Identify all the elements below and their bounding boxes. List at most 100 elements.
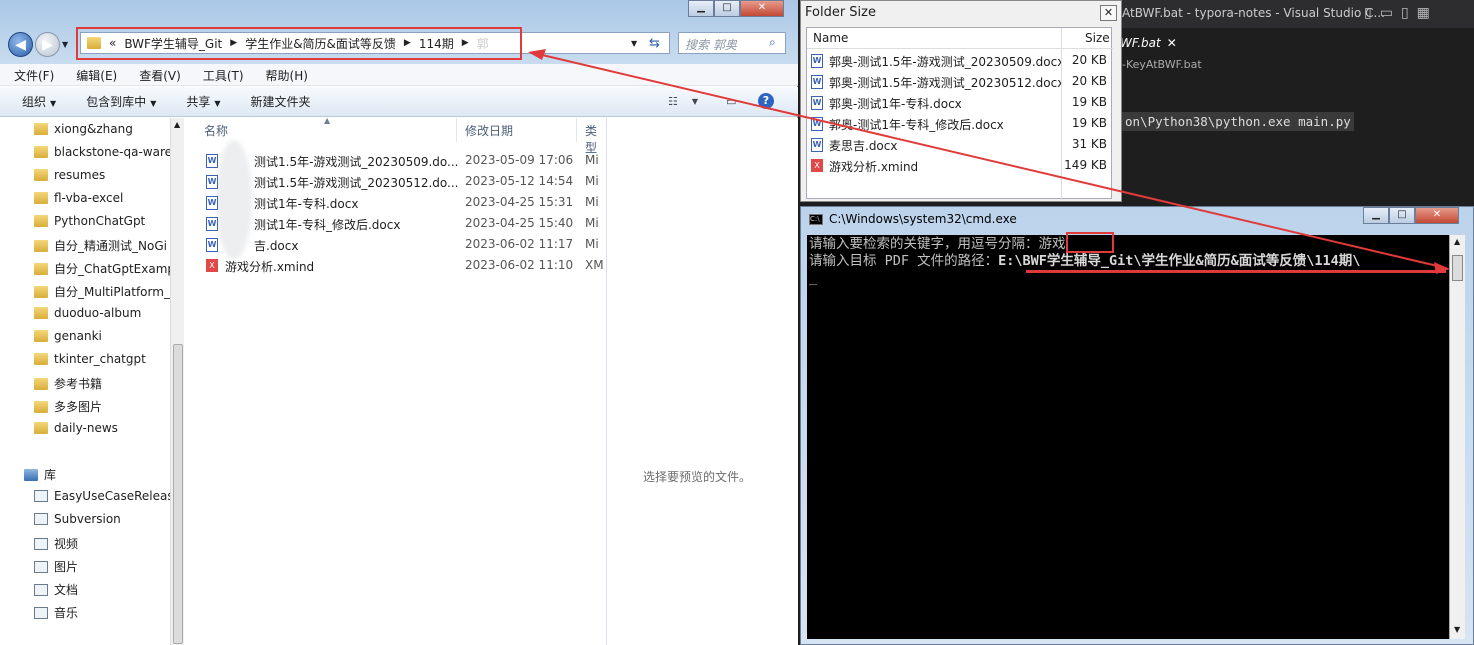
minimize-button[interactable]: ▁ — [688, 0, 714, 17]
nav-library-item[interactable]: 音乐 — [34, 604, 170, 621]
column-divider[interactable] — [456, 118, 457, 142]
back-button[interactable]: ◀ — [8, 32, 33, 57]
scroll-thumb[interactable] — [173, 344, 183, 644]
row-size: 19 KB — [1071, 116, 1107, 130]
scroll-up-icon[interactable]: ▲ — [174, 120, 180, 129]
folder-icon — [34, 239, 48, 252]
file-row[interactable]: W 测试1.5年-游戏测试_20230509.do... 2023-05-09 17… — [186, 151, 606, 172]
minimize-button[interactable]: ▁ — [1363, 207, 1389, 224]
library-item-icon — [34, 513, 48, 525]
library-item-icon — [34, 606, 48, 619]
help-icon[interactable]: ? — [758, 93, 774, 109]
folder-size-row[interactable]: W 麦思吉.docx 31 KB — [807, 134, 1113, 155]
column-name[interactable]: 名称 — [204, 122, 228, 139]
column-name[interactable]: Name — [813, 31, 848, 45]
folder-size-row[interactable]: W 郭奥-测试1.5年-游戏测试_20230509.docx 20 KB — [807, 50, 1113, 71]
search-input[interactable]: 搜索 郭奥 ⌕ — [678, 32, 786, 54]
file-row[interactable]: X 游戏分析.xmind 2023-06-02 11:10 XM — [186, 256, 606, 277]
nav-folder-item[interactable]: 多多图片 — [34, 398, 170, 415]
keyword-prompt: 请输入要检索的关键字，用逗号分隔： — [809, 236, 1039, 252]
nav-folder-item[interactable]: 参考书籍 — [34, 375, 170, 392]
nav-folder-item[interactable]: genanki — [34, 329, 170, 343]
folder-icon — [34, 192, 48, 204]
refresh-icon[interactable]: ⇆ — [649, 36, 660, 51]
forward-button[interactable]: ▶ — [35, 32, 60, 57]
nav-folder-item[interactable]: xiong&zhang — [34, 122, 170, 136]
console-output[interactable]: 请输入要检索的关键字，用逗号分隔：游戏 请输入目标 PDF 文件的路径：E:\B… — [807, 235, 1449, 639]
scroll-up-icon[interactable]: ▲ — [1454, 237, 1460, 246]
nav-library[interactable]: 库 — [24, 466, 160, 483]
folder-size-row[interactable]: W 郭奥-测试1.5年-游戏测试_20230512.docx 20 KB — [807, 71, 1113, 92]
nav-folder-item[interactable]: tkinter_chatgpt — [34, 352, 170, 366]
organize-button[interactable]: 组织 ▼ — [22, 93, 56, 110]
nav-item-label: tkinter_chatgpt — [54, 352, 146, 366]
nav-library-item[interactable]: 文档 — [34, 581, 170, 598]
editor-tab[interactable]: WF.bat ✕ — [1120, 32, 1180, 54]
file-row[interactable]: W 测试1年-专科.docx 2023-04-25 15:31 Mi — [186, 193, 606, 214]
close-button[interactable]: ✕ — [1415, 207, 1459, 224]
folder-size-row[interactable]: W 郭奥-测试1年-专科_修改后.docx 19 KB — [807, 113, 1113, 134]
folder-size-row[interactable]: W 郭奥-测试1年-专科.docx 19 KB — [807, 92, 1113, 113]
nav-library-item[interactable]: 图片 — [34, 558, 170, 575]
address-dropdown-icon[interactable]: ▼ — [631, 39, 637, 48]
view-dropdown-icon[interactable]: ▼ — [692, 95, 698, 108]
nav-folder-item[interactable]: daily-news — [34, 421, 170, 435]
xmind-file-icon: X — [206, 259, 218, 272]
layout-icons[interactable]: ▯ ▭ ▯ ▦ — [1364, 5, 1430, 21]
nav-library-item[interactable]: 视频 — [34, 535, 170, 552]
nav-library-item[interactable]: Subversion — [34, 512, 170, 526]
console-scrollbar[interactable]: ▲ ▼ — [1449, 235, 1465, 639]
view-list-icon[interactable]: ☷ — [668, 95, 678, 108]
view-options[interactable]: ☷ ▼ ▭ — [668, 95, 736, 108]
close-icon[interactable]: ✕ — [1167, 36, 1177, 50]
column-divider[interactable] — [576, 118, 577, 142]
preview-pane-icon[interactable]: ▭ — [726, 95, 736, 108]
file-date: 2023-06-02 11:10 — [465, 258, 574, 272]
panel-left-icon[interactable]: ▯ — [1364, 5, 1372, 21]
nav-folder-item[interactable]: 自分_ChatGptExamp — [34, 260, 170, 277]
new-folder-button[interactable]: 新建文件夹 — [251, 93, 311, 110]
scroll-down-icon[interactable]: ▼ — [1454, 625, 1460, 634]
menu-help[interactable]: 帮助(H) — [252, 64, 316, 85]
console-line-2: 请输入目标 PDF 文件的路径：E:\BWF学生辅导_Git\学生作业&简历&面… — [809, 253, 1447, 270]
row-name: 游戏分析.xmind — [829, 160, 919, 174]
nav-folder-item[interactable]: PythonChatGpt — [34, 214, 170, 228]
editor-breadcrumb[interactable]: -KeyAtBWF.bat — [1122, 58, 1202, 71]
word-doc-icon: W — [811, 117, 823, 131]
maximize-button[interactable]: □ — [1389, 207, 1415, 224]
menu-edit[interactable]: 编辑(E) — [62, 64, 125, 85]
menu-file[interactable]: 文件(F) — [0, 64, 62, 85]
layout-grid-icon[interactable]: ▦ — [1417, 5, 1430, 21]
nav-folder-item[interactable]: fl-vba-excel — [34, 191, 170, 205]
nav-folder-item[interactable]: duoduo-album — [34, 306, 170, 320]
include-in-library-button[interactable]: 包含到库中 ▼ — [86, 93, 156, 110]
scroll-thumb[interactable] — [1452, 255, 1463, 281]
word-doc-icon: W — [811, 138, 823, 152]
close-button[interactable]: ✕ — [1100, 5, 1117, 21]
file-row[interactable]: W 测试1年-专科_修改后.docx 2023-04-25 15:40 Mi — [186, 214, 606, 235]
nav-scrollbar[interactable]: ▲ — [170, 118, 184, 645]
column-size[interactable]: Size — [1085, 31, 1110, 45]
column-date[interactable]: 修改日期 — [465, 122, 513, 139]
file-row[interactable]: W 吉.docx 2023-06-02 11:17 Mi — [186, 235, 606, 256]
row-name: 郭奥-测试1.5年-游戏测试_20230512.docx — [829, 76, 1061, 90]
nav-item-label: resumes — [54, 168, 106, 182]
nav-folder-item[interactable]: 自分_MultiPlatform_ — [34, 283, 170, 300]
nav-folder-item[interactable]: 自分_精通测试_NoGi — [34, 237, 170, 254]
nav-library-item[interactable]: EasyUseCaseRelease — [34, 489, 170, 503]
folder-size-row[interactable]: X 游戏分析.xmind 149 KB — [807, 155, 1113, 176]
search-icon[interactable]: ⌕ — [769, 35, 776, 50]
file-name: 游戏分析.xmind — [225, 260, 315, 274]
share-button[interactable]: 共享 ▼ — [186, 93, 220, 110]
panel-right-icon[interactable]: ▯ — [1401, 5, 1409, 21]
panel-bottom-icon[interactable]: ▭ — [1380, 5, 1393, 21]
code-line[interactable]: on\Python38\python.exe main.py — [1122, 112, 1354, 131]
nav-folder-item[interactable]: resumes — [34, 168, 170, 182]
menu-tools[interactable]: 工具(T) — [189, 64, 252, 85]
close-button[interactable]: ✕ — [740, 0, 784, 17]
file-row[interactable]: W 测试1.5年-游戏测试_20230512.do... 2023-05-12 14… — [186, 172, 606, 193]
maximize-button[interactable]: □ — [714, 0, 740, 17]
menu-view[interactable]: 查看(V) — [125, 64, 189, 85]
recent-pages-dropdown-icon[interactable]: ▼ — [62, 40, 68, 49]
nav-folder-item[interactable]: blackstone-qa-ware — [34, 145, 170, 159]
